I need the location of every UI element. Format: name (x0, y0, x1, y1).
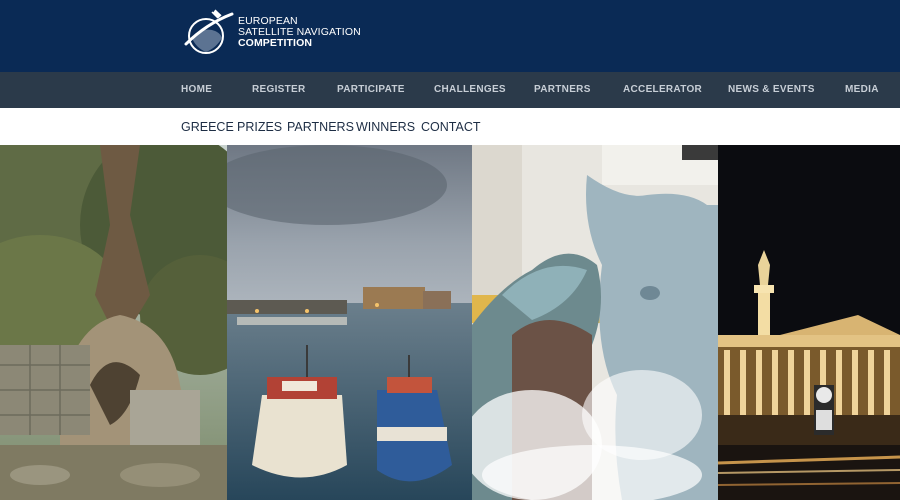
subnav-winners[interactable]: WINNERS (356, 108, 415, 145)
nav-register[interactable]: REGISTER (252, 72, 306, 108)
subnav-contact[interactable]: CONTACT (421, 108, 481, 145)
olive-tree-ruins-photo (0, 145, 227, 500)
nav-news-events[interactable]: NEWS & EVENTS (728, 72, 815, 108)
logo-text: EUROPEAN SATELLITE NAVIGATION COMPETITIO… (238, 16, 361, 49)
site-logo[interactable]: EUROPEAN SATELLITE NAVIGATION COMPETITIO… (182, 8, 362, 58)
subnav-partners[interactable]: PARTNERS (287, 108, 354, 145)
nav-partners[interactable]: PARTNERS (534, 72, 591, 108)
subnav-prizes[interactable]: PRIZES (237, 108, 282, 145)
harbor-fortress-photo (227, 145, 472, 500)
nav-accelerator[interactable]: ACCELERATOR (623, 72, 702, 108)
site-header: EUROPEAN SATELLITE NAVIGATION COMPETITIO… (0, 0, 900, 72)
sub-navigation: GREECE PRIZES PARTNERS WINNERS CONTACT (0, 108, 900, 146)
nav-participate[interactable]: PARTICIPATE (337, 72, 405, 108)
nav-home[interactable]: HOME (181, 72, 212, 108)
nav-media[interactable]: MEDIA (845, 72, 879, 108)
night-academy-photo (718, 145, 900, 500)
main-navigation: HOME REGISTER PARTICIPATE CHALLENGES PAR… (0, 72, 900, 108)
subnav-greece[interactable]: GREECE (181, 108, 234, 145)
photo-gallery (0, 145, 900, 500)
fountain-sculpture-photo (472, 145, 718, 500)
nav-challenges[interactable]: CHALLENGES (434, 72, 506, 108)
satellite-globe-icon (184, 9, 234, 54)
logo-line-3: COMPETITION (238, 37, 313, 49)
